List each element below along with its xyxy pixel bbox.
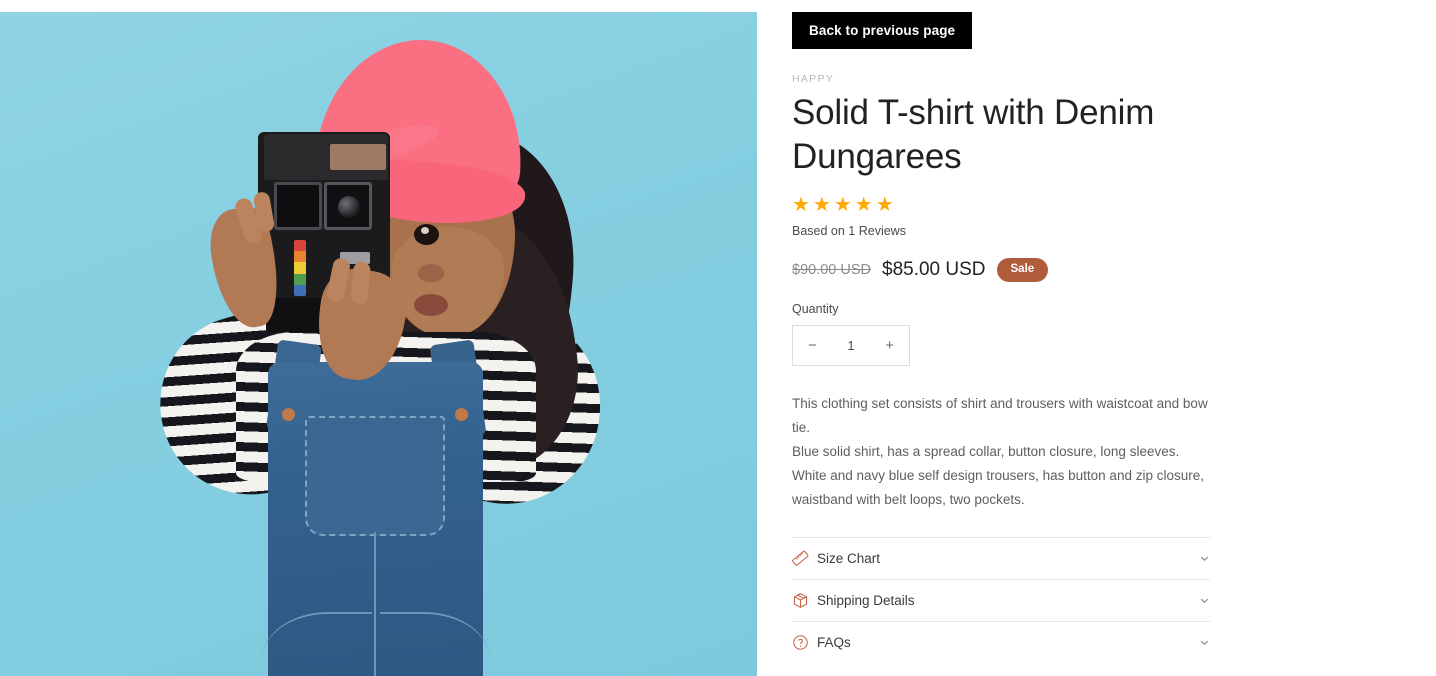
description-line: This clothing set consists of shirt and … (792, 395, 1208, 435)
chevron-down-icon (1194, 637, 1210, 648)
chevron-down-icon (1194, 595, 1210, 606)
dungaree-seam (374, 532, 376, 676)
rating-stars[interactable]: ★★★★★ (792, 195, 1210, 215)
quantity-stepper[interactable]: − 1 + (792, 324, 910, 366)
dungaree-button-right (455, 408, 468, 421)
accordion-label: Size Chart (817, 551, 881, 567)
product-info-column: Back to previous page HAPPY Solid T-shir… (757, 0, 1436, 676)
sale-badge: Sale (996, 258, 1049, 282)
quantity-value[interactable]: 1 (847, 338, 854, 353)
quantity-label: Quantity (792, 301, 839, 316)
product-page: Back to previous page HAPPY Solid T-shir… (0, 0, 1436, 676)
share-button[interactable]: Share (792, 663, 1210, 676)
mouth (414, 294, 448, 316)
camera-viewfinder-panel (330, 144, 386, 170)
accordion-item-size-chart[interactable]: Size Chart (792, 537, 1210, 579)
accordion-item-shipping-details[interactable]: Shipping Details (792, 579, 1210, 621)
description-line: White and navy blue self design trousers… (792, 468, 1204, 508)
dungaree-bib-pocket (305, 416, 445, 536)
camera-lens (324, 182, 372, 230)
accordion-item-faqs[interactable]: FAQs (792, 621, 1210, 663)
price-original: $90.00 USD (792, 262, 871, 279)
product-media-column (0, 0, 757, 676)
product-title: Solid T-shirt with Denim Dungarees (792, 93, 1155, 177)
dungaree-button-left (282, 408, 295, 421)
chevron-down-icon (1194, 553, 1210, 564)
reviews-count[interactable]: Based on 1 Reviews (792, 224, 1210, 238)
product-vendor: HAPPY (792, 73, 835, 85)
price-row: $90.00 USD $85.00 USD Sale (792, 258, 1210, 282)
nose (418, 264, 444, 282)
quantity-increase-button[interactable]: + (882, 338, 897, 353)
camera-flash (274, 182, 322, 230)
accordion-list: Size Chart Shipping Details FAQs (792, 537, 1210, 676)
accordion-label: Shipping Details (817, 593, 915, 609)
back-to-previous-page-button[interactable]: Back to previous page (792, 12, 973, 49)
accordion-label: FAQs (817, 635, 851, 651)
product-image[interactable] (0, 12, 757, 676)
child-figure (0, 12, 757, 676)
camera-rainbow-stripe (294, 240, 306, 296)
eye-highlight (421, 227, 429, 234)
product-description: This clothing set consists of shirt and … (792, 392, 1210, 512)
price-current: $85.00 USD (882, 259, 986, 281)
description-line: Blue solid shirt, has a spread collar, b… (792, 444, 1180, 460)
ruler-icon (792, 550, 817, 567)
quantity-decrease-button[interactable]: − (805, 338, 820, 353)
question-circle-icon (792, 634, 817, 651)
box-icon (792, 592, 817, 609)
